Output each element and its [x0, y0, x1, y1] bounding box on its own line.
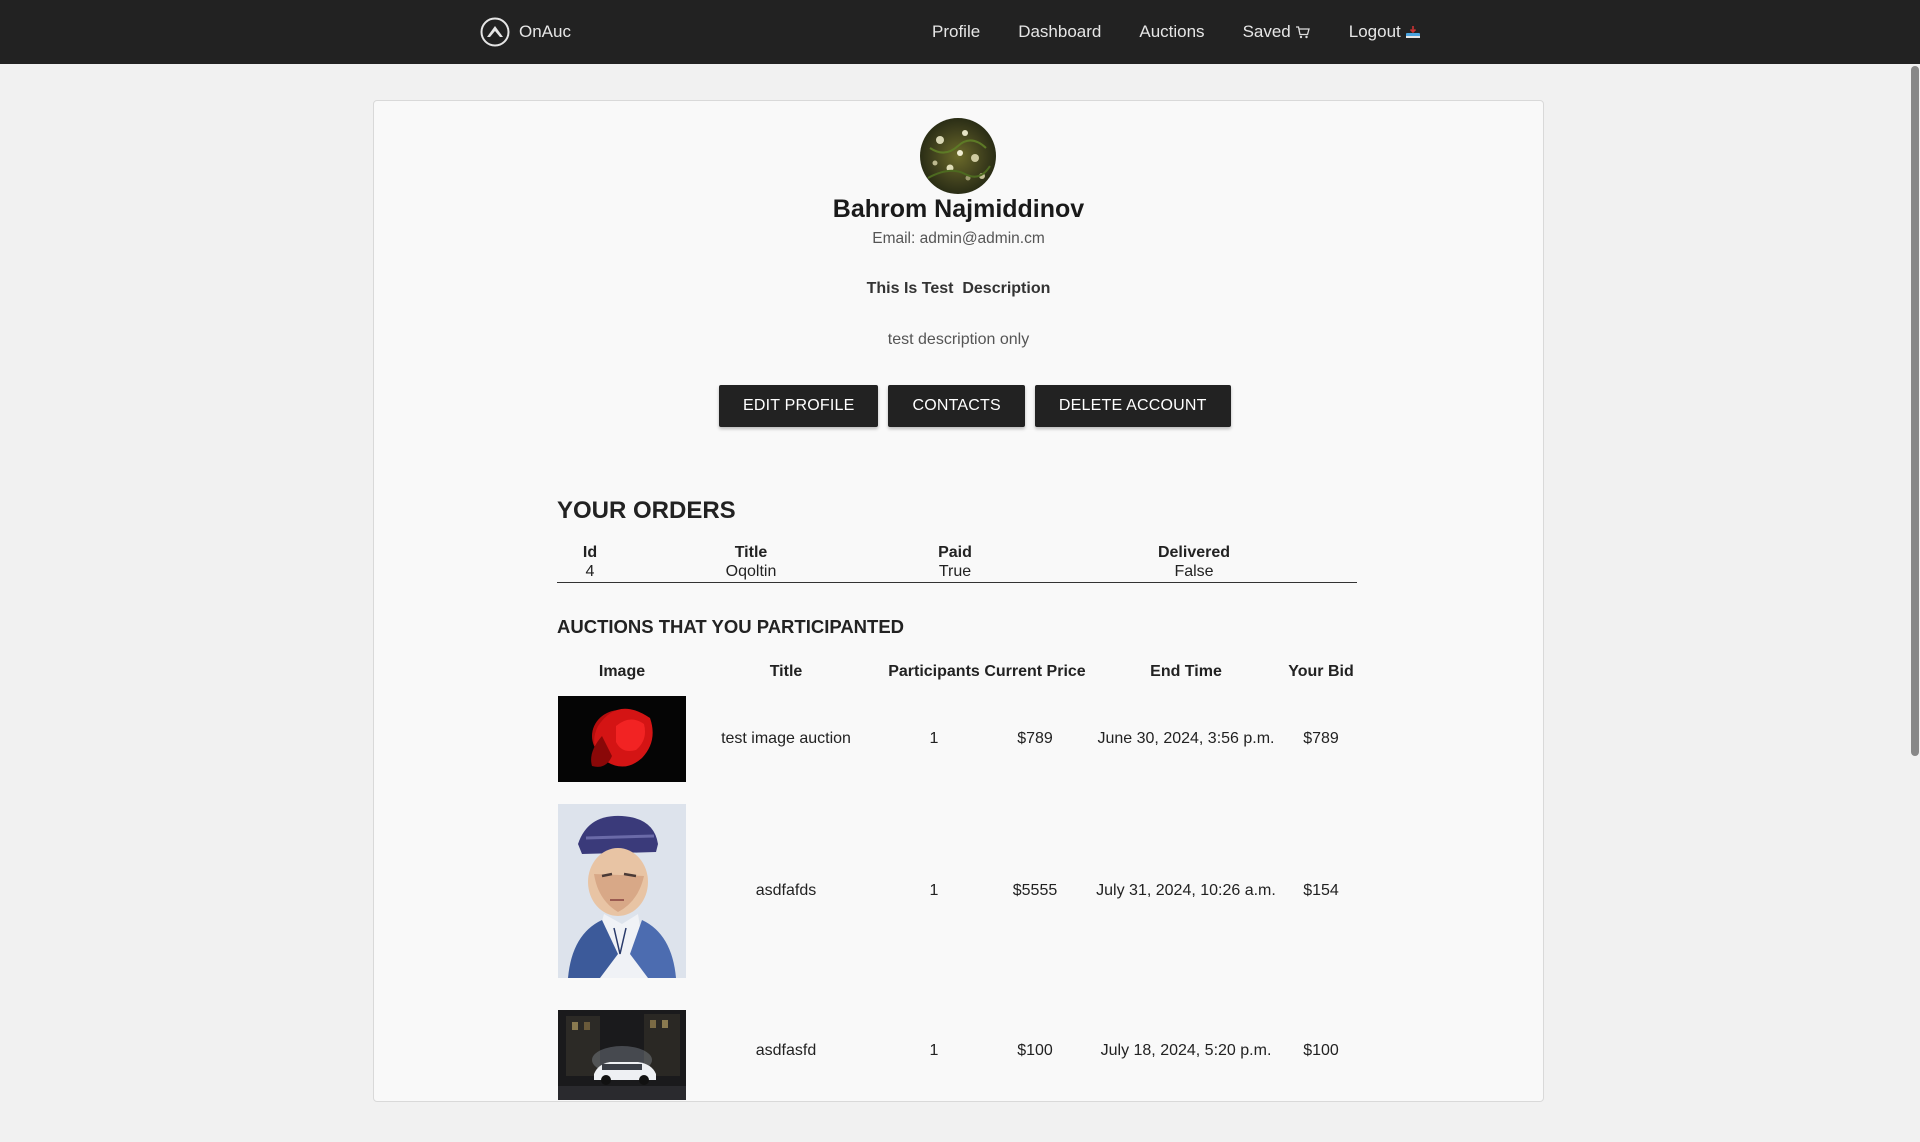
nav-logout-label: Logout: [1348, 22, 1401, 41]
brand-link[interactable]: OnAuc: [480, 16, 571, 48]
auction-your-bid: $100: [1303, 1042, 1339, 1059]
auction-end-time: July 31, 2024, 10:26 a.m.: [1096, 882, 1276, 899]
auction-participants: 1: [929, 882, 939, 899]
auction-image[interactable]: [558, 695, 686, 782]
nav-saved-label: Saved: [1242, 22, 1291, 41]
order-delivered: False: [1174, 562, 1214, 580]
page-scrollbar-thumb[interactable]: [1911, 66, 1919, 756]
profile-actions: EDIT PROFILE CONTACTS DELETE ACCOUNT: [719, 385, 1231, 427]
edit-profile-button[interactable]: EDIT PROFILE: [719, 385, 879, 427]
profile-email: Email: admin@admin.cm: [872, 230, 1045, 247]
orders-header-title: Title: [734, 543, 768, 561]
auction-end-time: June 30, 2024, 3:56 p.m.: [1097, 729, 1275, 747]
profile-card: Bahrom Najmiddinov Email: admin@admin.cm…: [373, 100, 1544, 1102]
auctions-header-end-time: End Time: [1150, 663, 1222, 680]
auction-title: asdfafds: [755, 882, 817, 899]
onauc-logo-icon: [480, 17, 510, 47]
nav-auctions-link[interactable]: Auctions: [1139, 22, 1204, 42]
auctions-header-title: Title: [769, 663, 803, 680]
nav-links: Profile Dashboard Auctions Saved Logout: [932, 0, 1421, 64]
auction-current-price: $100: [1017, 1042, 1053, 1059]
contacts-button[interactable]: CONTACTS: [888, 385, 1025, 427]
auctions-header-your-bid: Your Bid: [1288, 663, 1354, 680]
profile-description-text: test description only: [887, 331, 1030, 348]
delete-account-button[interactable]: DELETE ACCOUNT: [1034, 385, 1231, 427]
nav-auctions-label: Auctions: [1139, 22, 1205, 41]
auction-title: asdfasfd: [755, 1042, 817, 1059]
auction-title: test image auction: [721, 729, 851, 747]
cart-icon: [1295, 26, 1310, 39]
auction-your-bid: $789: [1303, 729, 1339, 747]
brand-name: OnAuc: [519, 22, 571, 41]
auction-your-bid: $154: [1303, 882, 1339, 899]
order-title: Oqoltin: [725, 562, 777, 580]
auctions-header-current-price: Current Price: [984, 663, 1086, 680]
nav-profile-label: Profile: [932, 22, 981, 41]
orders-header-delivered: Delivered: [1157, 543, 1231, 561]
nav-dashboard-label: Dashboard: [1018, 22, 1102, 41]
table-row[interactable]: asdfafds 1 $5555 July 31, 2024, 10:26 a.…: [557, 786, 1357, 996]
orders-title: YOUR ORDERS: [557, 497, 736, 524]
auction-image-cell: [557, 996, 687, 1142]
auction-participants: 1: [929, 1042, 939, 1059]
nav-saved-link[interactable]: Saved: [1243, 22, 1311, 42]
table-row: 4 Oqoltin True False: [557, 562, 1357, 583]
orders-table: Id Title Paid Delivered 4 Oqoltin True F…: [557, 543, 1357, 583]
auctions-header-image: Image: [598, 663, 646, 680]
auction-current-price: $789: [1017, 729, 1053, 747]
nav-logout-link[interactable]: Logout: [1349, 22, 1421, 42]
order-paid: True: [938, 562, 972, 580]
avatar: [920, 118, 996, 194]
nav-dashboard-link[interactable]: Dashboard: [1018, 22, 1101, 42]
auction-image-cell: [557, 691, 687, 786]
orders-header-id: Id: [582, 543, 598, 561]
auction-end-time: July 18, 2024, 5:20 p.m.: [1100, 1042, 1272, 1059]
profile-description-title: This Is Test Description: [866, 280, 1051, 297]
auctions-table: Image Title Participants Current Price E…: [557, 653, 1357, 1142]
table-row[interactable]: test image auction 1 $789 June 30, 2024,…: [557, 691, 1357, 786]
auction-image[interactable]: [558, 804, 686, 978]
order-id: 4: [585, 562, 595, 580]
table-row[interactable]: asdfasfd 1 $100 July 18, 2024, 5:20 p.m.…: [557, 996, 1357, 1142]
auction-participants: 1: [929, 729, 939, 747]
auctions-title: AUCTIONS THAT YOU PARTICIPANTED: [557, 616, 905, 637]
avatar-image: [920, 118, 996, 194]
auctions-header-row: Image Title Participants Current Price E…: [557, 653, 1357, 691]
navbar: OnAuc Profile Dashboard Auctions Saved L…: [0, 0, 1920, 64]
orders-header-paid: Paid: [938, 543, 972, 561]
auctions-header-participants: Participants: [888, 663, 980, 680]
logout-icon: [1405, 26, 1420, 38]
profile-name: Bahrom Najmiddinov: [832, 195, 1085, 223]
auction-image-cell: [557, 786, 687, 996]
nav-profile-link[interactable]: Profile: [932, 22, 980, 42]
orders-header-row: Id Title Paid Delivered: [557, 543, 1357, 562]
auction-image[interactable]: [558, 1010, 686, 1100]
auction-current-price: $5555: [1012, 882, 1058, 899]
